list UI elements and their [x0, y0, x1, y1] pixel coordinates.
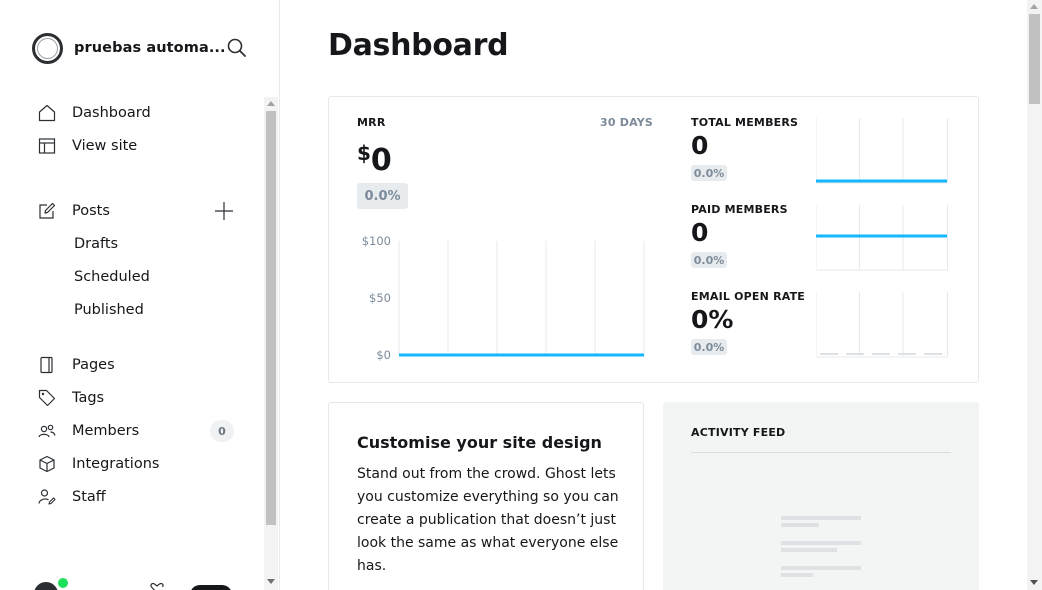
sidebar: pruebas automa... Dashboard View site Po… — [0, 0, 280, 590]
edit-icon — [39, 202, 56, 219]
scrollbar-thumb[interactable] — [266, 111, 276, 525]
page-title: Dashboard — [328, 28, 509, 63]
bar — [846, 353, 864, 355]
user-avatar[interactable] — [32, 580, 60, 590]
stats-card: MRR 30 DAYS $0 0.0% $100 $50 $0 TOTAL MEMB… — [328, 96, 979, 383]
sidebar-item-tags[interactable]: Tags — [38, 386, 238, 410]
activity-feed-title: ACTIVITY FEED — [691, 426, 786, 439]
bar — [898, 353, 916, 355]
sidebar-item-posts[interactable]: Posts — [38, 199, 238, 223]
bar — [820, 353, 838, 355]
customise-design-card[interactable]: Customise your site design Stand out fro… — [328, 402, 644, 590]
heart-icon[interactable] — [150, 583, 164, 590]
activity-divider — [691, 452, 951, 453]
page-icon — [40, 356, 53, 374]
sidebar-item-label: Tags — [72, 390, 105, 406]
y-tick-label: $50 — [369, 291, 391, 305]
scroll-up-arrow-icon[interactable] — [267, 101, 275, 106]
email-open-rate-value: 0% — [691, 305, 734, 334]
scrollbar-thumb[interactable] — [1029, 14, 1040, 104]
sidebar-item-label: Dashboard — [72, 105, 151, 121]
total-members-value: 0 — [691, 131, 709, 160]
search-icon[interactable] — [226, 37, 248, 59]
email-open-rate-label: EMAIL OPEN RATE — [691, 290, 806, 303]
plus-icon[interactable] — [214, 201, 234, 221]
y-tick-label: $0 — [376, 348, 391, 362]
sidebar-item-label: Staff — [72, 489, 106, 505]
members-icon — [38, 424, 56, 438]
scroll-down-arrow-icon[interactable] — [1030, 580, 1038, 585]
bar — [924, 353, 942, 355]
layout-icon — [38, 138, 56, 154]
paid-members-label: PAID MEMBERS — [691, 203, 788, 216]
sidebar-footer — [32, 576, 252, 590]
sidebar-item-label: Posts — [72, 203, 110, 219]
email-open-rate-change-badge: 0.0% — [691, 339, 727, 355]
sidebar-item-members[interactable]: Members 0 — [38, 419, 238, 443]
sidebar-item-dashboard[interactable]: Dashboard — [38, 101, 238, 125]
scroll-down-arrow-icon[interactable] — [267, 579, 275, 584]
night-mode-toggle[interactable] — [190, 585, 232, 590]
design-card-text: Stand out from the crowd. Ghost lets you… — [357, 466, 619, 574]
sidebar-item-drafts[interactable]: Drafts — [74, 232, 118, 256]
tag-icon — [38, 389, 56, 407]
site-header: pruebas automa... — [32, 32, 250, 64]
mrr-change-badge: 0.0% — [357, 183, 408, 209]
sidebar-item-scheduled[interactable]: Scheduled — [74, 265, 150, 289]
sidebar-item-label: View site — [72, 138, 138, 154]
staff-icon — [38, 489, 56, 505]
page-scrollbar[interactable] — [1027, 0, 1042, 590]
bar — [872, 353, 890, 355]
sidebar-item-label: Integrations — [72, 456, 160, 472]
scroll-up-arrow-icon[interactable] — [1030, 4, 1038, 9]
mrr-currency: $ — [357, 141, 371, 165]
mrr-amount: 0 — [370, 143, 392, 178]
total-members-change-badge: 0.0% — [691, 165, 727, 181]
sidebar-scrollbar[interactable] — [264, 97, 278, 590]
sidebar-item-pages[interactable]: Pages — [38, 353, 238, 377]
paid-members-change-badge: 0.0% — [691, 252, 727, 268]
sidebar-item-label: Members — [72, 423, 140, 439]
site-logo[interactable] — [32, 32, 63, 64]
sidebar-item-label: Pages — [72, 357, 115, 373]
mrr-chart: $100 $50 $0 — [362, 234, 645, 362]
mrr-label: MRR — [357, 116, 386, 129]
site-name[interactable]: pruebas automa... — [74, 40, 226, 56]
empty-feed-illustration — [781, 516, 861, 577]
total-members-label: TOTAL MEMBERS — [691, 116, 799, 129]
online-status-dot — [58, 578, 68, 588]
members-count-badge: 0 — [210, 420, 234, 442]
paid-members-value: 0 — [691, 218, 709, 247]
sidebar-item-staff[interactable]: Staff — [38, 485, 238, 509]
mrr-period-selector[interactable]: 30 DAYS — [600, 116, 653, 129]
mrr-value: $0 — [357, 141, 392, 178]
sidebar-item-view-site[interactable]: View site — [38, 134, 238, 158]
activity-feed-card: ACTIVITY FEED — [663, 402, 979, 590]
paid-members-sparkline — [816, 205, 948, 271]
box-icon — [39, 455, 55, 473]
total-members-sparkline — [816, 118, 948, 184]
home-icon — [38, 104, 56, 122]
sidebar-item-integrations[interactable]: Integrations — [38, 452, 238, 476]
sidebar-item-published[interactable]: Published — [74, 298, 144, 322]
email-open-rate-chart — [816, 292, 948, 358]
design-card-title: Customise your site design — [357, 433, 602, 452]
y-tick-label: $100 — [362, 234, 391, 248]
